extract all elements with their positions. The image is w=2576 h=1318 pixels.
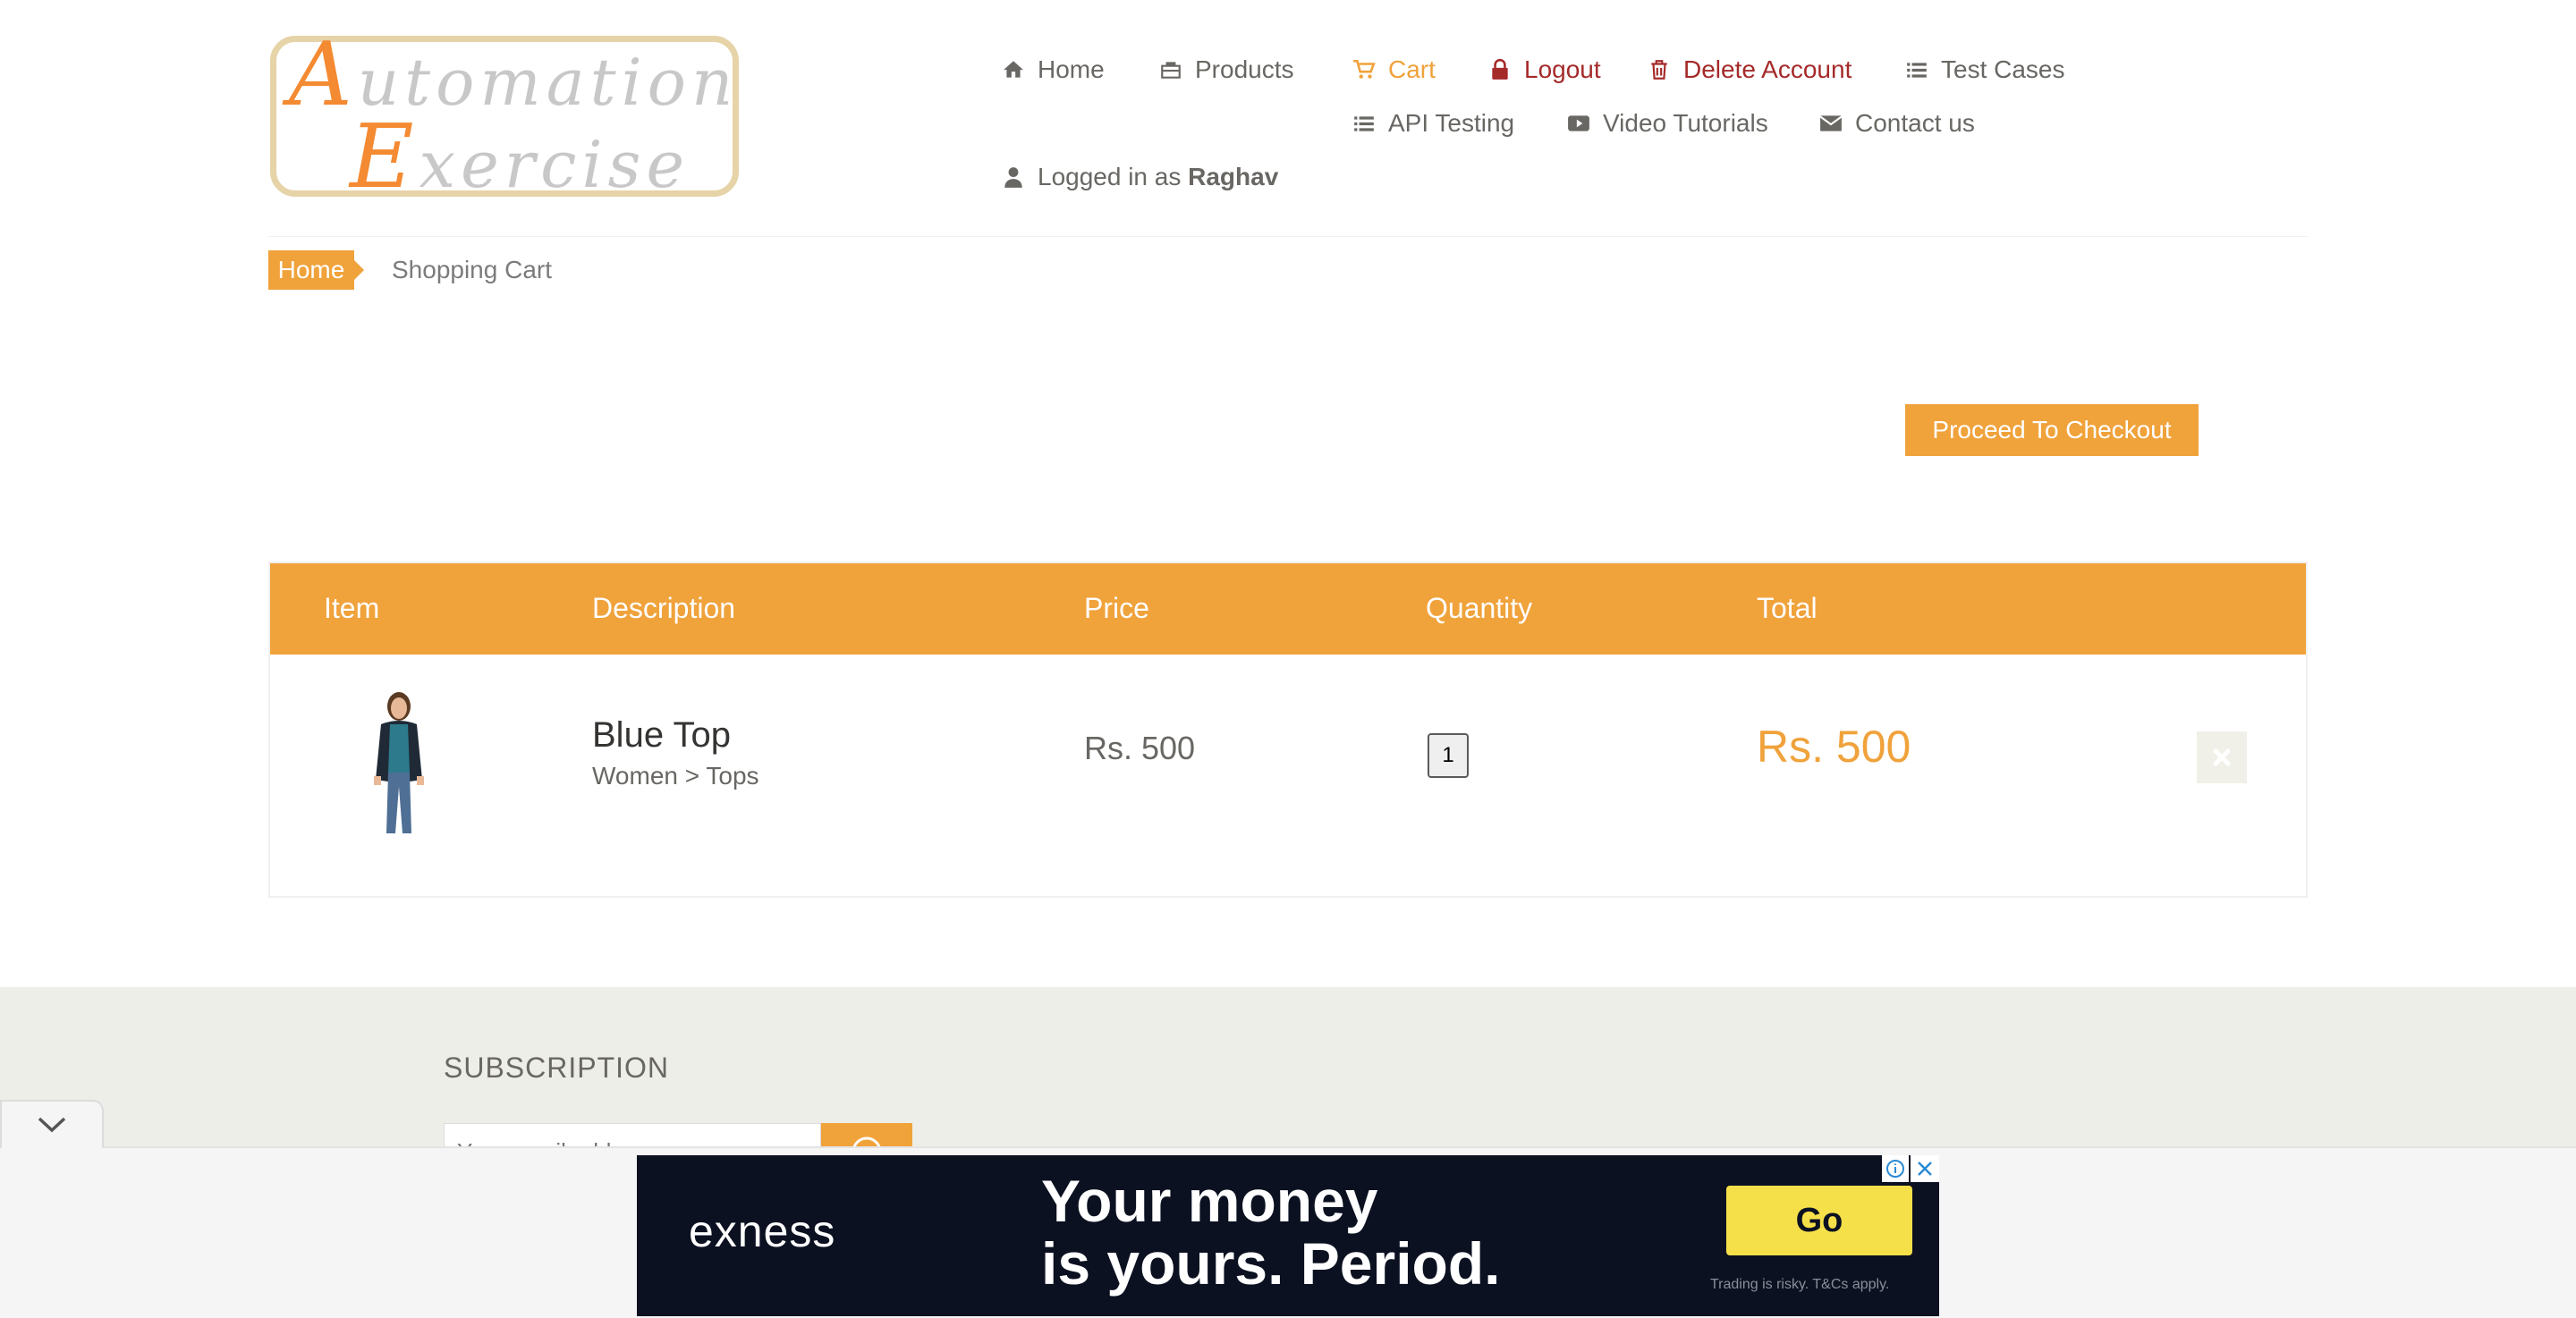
briefcase-icon	[1161, 62, 1181, 79]
nav-products[interactable]: Products	[1159, 55, 1294, 84]
site-logo[interactable]: Automation Exercise	[270, 31, 739, 201]
delete-item-button[interactable]	[2197, 731, 2247, 783]
ad-go-button[interactable]: Go	[1726, 1186, 1912, 1255]
nav-test-cases[interactable]: Test Cases	[1905, 55, 2065, 84]
youtube-icon	[1568, 115, 1589, 131]
lock-icon	[1492, 58, 1508, 80]
product-price: Rs. 500	[1084, 730, 1196, 766]
product-name[interactable]: Blue Top	[592, 715, 731, 756]
logged-in-username: Raghav	[1188, 163, 1279, 190]
ad-collapse-button[interactable]	[0, 1100, 104, 1148]
column-header-quantity: Quantity	[1426, 592, 1533, 624]
subscription-title: SUBSCRIPTION	[444, 1052, 670, 1084]
nav-home[interactable]: Home	[1002, 55, 1105, 84]
ad-close-icon[interactable]	[1911, 1155, 1939, 1182]
logo-line-2: Exercise	[350, 106, 691, 208]
ad-banner[interactable]: exness Your money is yours. Period. Go T…	[637, 1155, 1939, 1316]
logged-in-label: Logged in as Raghav	[1038, 163, 1279, 190]
product-total: Rs. 500	[1757, 722, 1911, 772]
product-image[interactable]	[322, 687, 474, 839]
ad-disclaimer: Trading is risky. T&Cs apply.	[1710, 1277, 1890, 1292]
trash-icon	[1651, 60, 1667, 80]
chevron-down-icon	[38, 1117, 66, 1133]
list-icon	[1907, 63, 1927, 78]
nav-cart[interactable]: Cart	[1352, 55, 1436, 84]
cart-table-header	[270, 563, 2306, 655]
ad-info-icon[interactable]	[1882, 1155, 1909, 1182]
proceed-to-checkout-button[interactable]: Proceed To Checkout	[1905, 404, 2199, 456]
column-header-total: Total	[1757, 592, 1818, 624]
nav-delete-account[interactable]: Delete Account	[1648, 55, 1852, 84]
breadcrumb-arrow	[354, 260, 364, 280]
header-divider	[268, 236, 2308, 237]
column-header-item: Item	[324, 592, 380, 624]
column-header-description: Description	[592, 592, 736, 624]
nav-contact-us[interactable]: Contact us	[1819, 109, 1975, 138]
close-icon	[2213, 748, 2231, 766]
home-icon	[1004, 61, 1023, 78]
ad-headline: Your money is yours. Period.	[1041, 1168, 1501, 1297]
breadcrumb-home[interactable]: Home	[268, 250, 354, 290]
product-category: Women > Tops	[592, 762, 759, 790]
nav-video-tutorials[interactable]: Video Tutorials	[1567, 109, 1768, 138]
column-header-price: Price	[1084, 592, 1149, 624]
breadcrumb-current: Shopping Cart	[392, 256, 553, 283]
nav-api-testing[interactable]: API Testing	[1352, 109, 1514, 138]
quantity-button[interactable]: 1	[1428, 733, 1469, 778]
logged-in-status: Logged in as Raghav	[1002, 163, 1278, 191]
user-icon	[1004, 167, 1022, 188]
list-icon	[1354, 116, 1374, 131]
cart-icon	[1353, 59, 1376, 79]
ad-brand: exness	[689, 1206, 836, 1256]
envelope-icon	[1819, 115, 1843, 131]
nav-logout[interactable]: Logout	[1488, 55, 1601, 84]
